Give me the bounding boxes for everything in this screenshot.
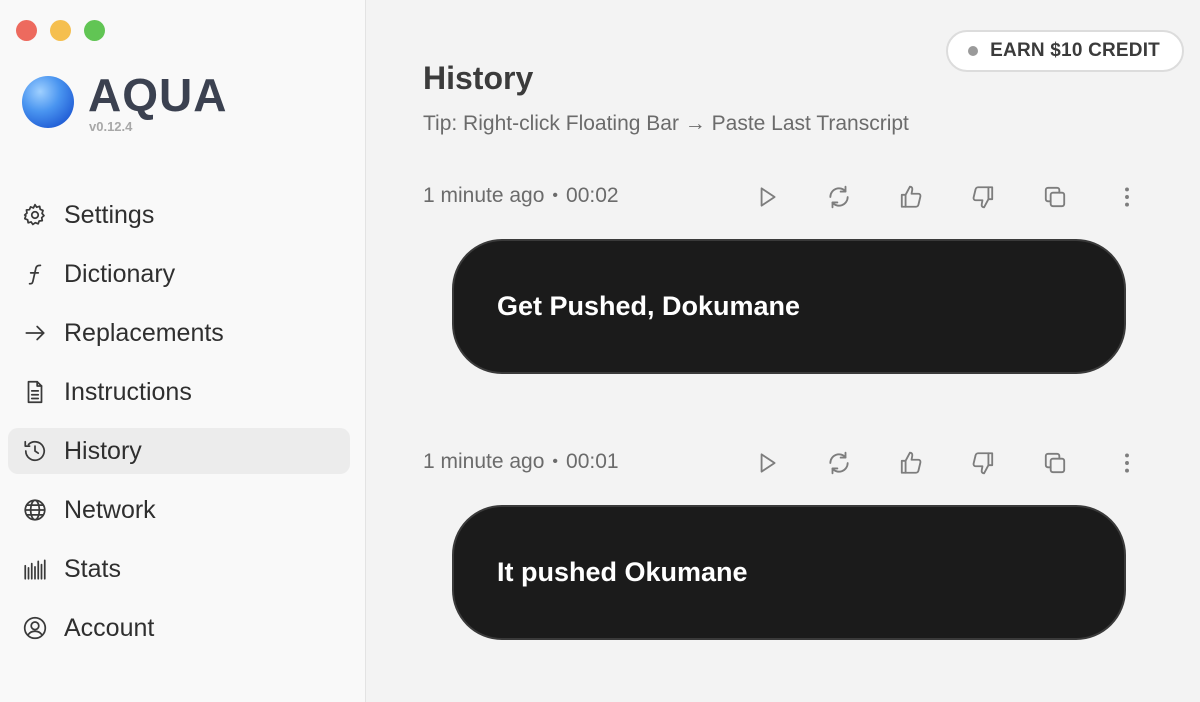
entry-actions (749, 181, 1181, 213)
app-logo (22, 76, 74, 128)
refresh-icon (829, 185, 849, 209)
sidebar-item-label: Account (64, 613, 155, 642)
sidebar-item-label: Stats (64, 554, 121, 583)
sidebar-item-label: Replacements (64, 318, 224, 347)
sidebar-item-dictionary[interactable]: Dictionary (8, 251, 350, 297)
sidebar-item-label: History (64, 436, 142, 465)
copy-button[interactable] (1037, 447, 1073, 479)
more-options-button[interactable] (1109, 447, 1145, 479)
play-icon (760, 453, 776, 473)
transcript-text: Get Pushed, Dokumane (497, 291, 801, 321)
page-title: History (423, 60, 534, 96)
zoom-window-button[interactable] (84, 20, 105, 41)
entry-time-ago: 1 minute ago (423, 184, 545, 207)
separator-dot: • (552, 453, 559, 470)
gear-icon (20, 200, 50, 230)
play-icon (760, 187, 776, 207)
script-f-icon (20, 259, 50, 289)
entry-duration: 00:02 (566, 184, 619, 207)
sidebar-item-label: Network (64, 495, 156, 524)
thumbs-down-button[interactable] (965, 181, 1001, 213)
earn-credit-button[interactable]: EARN $10 CREDIT (946, 30, 1184, 72)
thumbs-down-icon (972, 452, 994, 475)
close-window-button[interactable] (16, 20, 37, 41)
sidebar-item-network[interactable]: Network (8, 487, 350, 533)
entry-duration: 00:01 (566, 450, 619, 473)
thumbs-down-icon (972, 186, 994, 209)
sidebar-item-history[interactable]: History (8, 428, 350, 474)
copy-icon (1044, 186, 1066, 208)
refresh-icon (829, 451, 849, 475)
entry-actions (749, 447, 1181, 479)
transcript-bubble[interactable]: Get Pushed, Dokumane (452, 239, 1126, 374)
thumbs-down-button[interactable] (965, 447, 1001, 479)
sidebar-nav: Settings Dictionary Replacements Instruc… (8, 192, 350, 664)
document-icon (20, 377, 50, 407)
tip-text: Tip: Right-click Floating Bar → Paste La… (423, 112, 909, 135)
play-button[interactable] (749, 181, 785, 213)
transcript-text: It pushed Okumane (497, 557, 748, 587)
history-icon (20, 436, 50, 466)
app-version: v0.12.4 (89, 119, 133, 134)
thumbs-up-icon (900, 185, 922, 208)
entry-time-ago: 1 minute ago (423, 450, 545, 473)
sidebar-item-label: Settings (64, 200, 155, 229)
play-button[interactable] (749, 447, 785, 479)
copy-button[interactable] (1037, 181, 1073, 213)
arrow-right-icon (20, 318, 50, 348)
history-entry: 1 minute ago • 00:02 Get Pushed, Dokuman… (423, 181, 1183, 374)
window-controls (16, 20, 105, 41)
sidebar-item-stats[interactable]: Stats (8, 546, 350, 592)
more-options-button[interactable] (1109, 181, 1145, 213)
earn-credit-label: EARN $10 CREDIT (990, 40, 1160, 61)
thumbs-up-button[interactable] (893, 181, 929, 213)
globe-icon (20, 495, 50, 525)
app-name: AQUA (88, 69, 228, 121)
bars-icon (20, 554, 50, 584)
more-vertical-icon (1125, 187, 1129, 207)
copy-icon (1044, 452, 1066, 474)
main-panel: EARN $10 CREDIT History Tip: Right-click… (366, 0, 1200, 702)
sidebar-item-label: Instructions (64, 377, 192, 406)
retry-button[interactable] (821, 181, 857, 213)
sidebar-item-label: Dictionary (64, 259, 176, 288)
history-entry: 1 minute ago • 00:01 It pushed Okumane (423, 447, 1183, 640)
thumbs-up-button[interactable] (893, 447, 929, 479)
more-vertical-icon (1125, 453, 1129, 473)
sidebar-item-settings[interactable]: Settings (8, 192, 350, 238)
user-circle-icon (20, 613, 50, 643)
sidebar-item-account[interactable]: Account (8, 605, 350, 651)
sidebar-item-replacements[interactable]: Replacements (8, 310, 350, 356)
transcript-bubble[interactable]: It pushed Okumane (452, 505, 1126, 640)
thumbs-up-icon (900, 451, 922, 474)
minimize-window-button[interactable] (50, 20, 71, 41)
retry-button[interactable] (821, 447, 857, 479)
status-dot-icon (968, 46, 979, 56)
sidebar-item-instructions[interactable]: Instructions (8, 369, 350, 415)
sidebar: AQUA v0.12.4 Settings Dictionary Replace… (0, 0, 366, 702)
separator-dot: • (552, 187, 559, 204)
brand: AQUA v0.12.4 (22, 72, 227, 134)
